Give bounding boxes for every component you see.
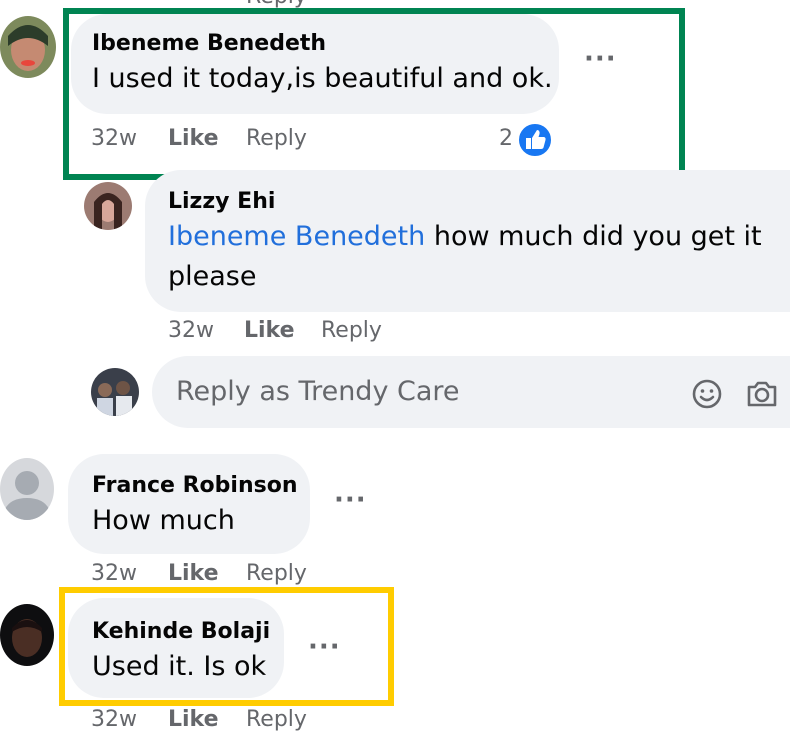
camera-icon[interactable]: [745, 378, 779, 410]
comment-text-line2: please: [168, 261, 257, 292]
comment-author[interactable]: France Robinson: [92, 473, 297, 498]
avatar[interactable]: [0, 604, 54, 666]
reply-link[interactable]: Reply: [246, 561, 307, 586]
avatar-photo: [0, 16, 56, 78]
mention-link[interactable]: Ibeneme Benedeth: [168, 221, 425, 252]
like-link[interactable]: Like: [244, 318, 295, 343]
default-profile-icon[interactable]: [0, 458, 54, 520]
comment-text: Ibeneme Benedeth how much did you get it: [168, 221, 762, 252]
avatar-photo: [0, 604, 54, 666]
avatar[interactable]: [0, 16, 56, 78]
comment-bubble: [68, 454, 310, 554]
avatar-photo: [84, 182, 132, 230]
avatar-photo: [91, 368, 139, 416]
emoji-icon[interactable]: [691, 378, 723, 410]
like-link[interactable]: Like: [168, 561, 219, 586]
reply-link[interactable]: Reply: [246, 707, 307, 732]
highlight-box-green: [63, 8, 685, 180]
reply-link[interactable]: Reply: [321, 318, 382, 343]
more-dots-icon[interactable]: ···: [334, 485, 367, 515]
reply-input-placeholder[interactable]: Reply as Trendy Care: [176, 376, 460, 407]
highlight-box-yellow: [59, 587, 394, 706]
comment-time[interactable]: 32w: [168, 318, 214, 343]
avatar[interactable]: [84, 182, 132, 230]
comment-author[interactable]: Lizzy Ehi: [168, 189, 275, 214]
comment-time[interactable]: 32w: [91, 561, 137, 586]
comment-text-line1: how much did you get it: [425, 221, 762, 252]
comment-time[interactable]: 32w: [91, 707, 137, 732]
like-link[interactable]: Like: [168, 707, 219, 732]
comment-text: How much: [92, 505, 235, 536]
avatar[interactable]: [91, 368, 139, 416]
